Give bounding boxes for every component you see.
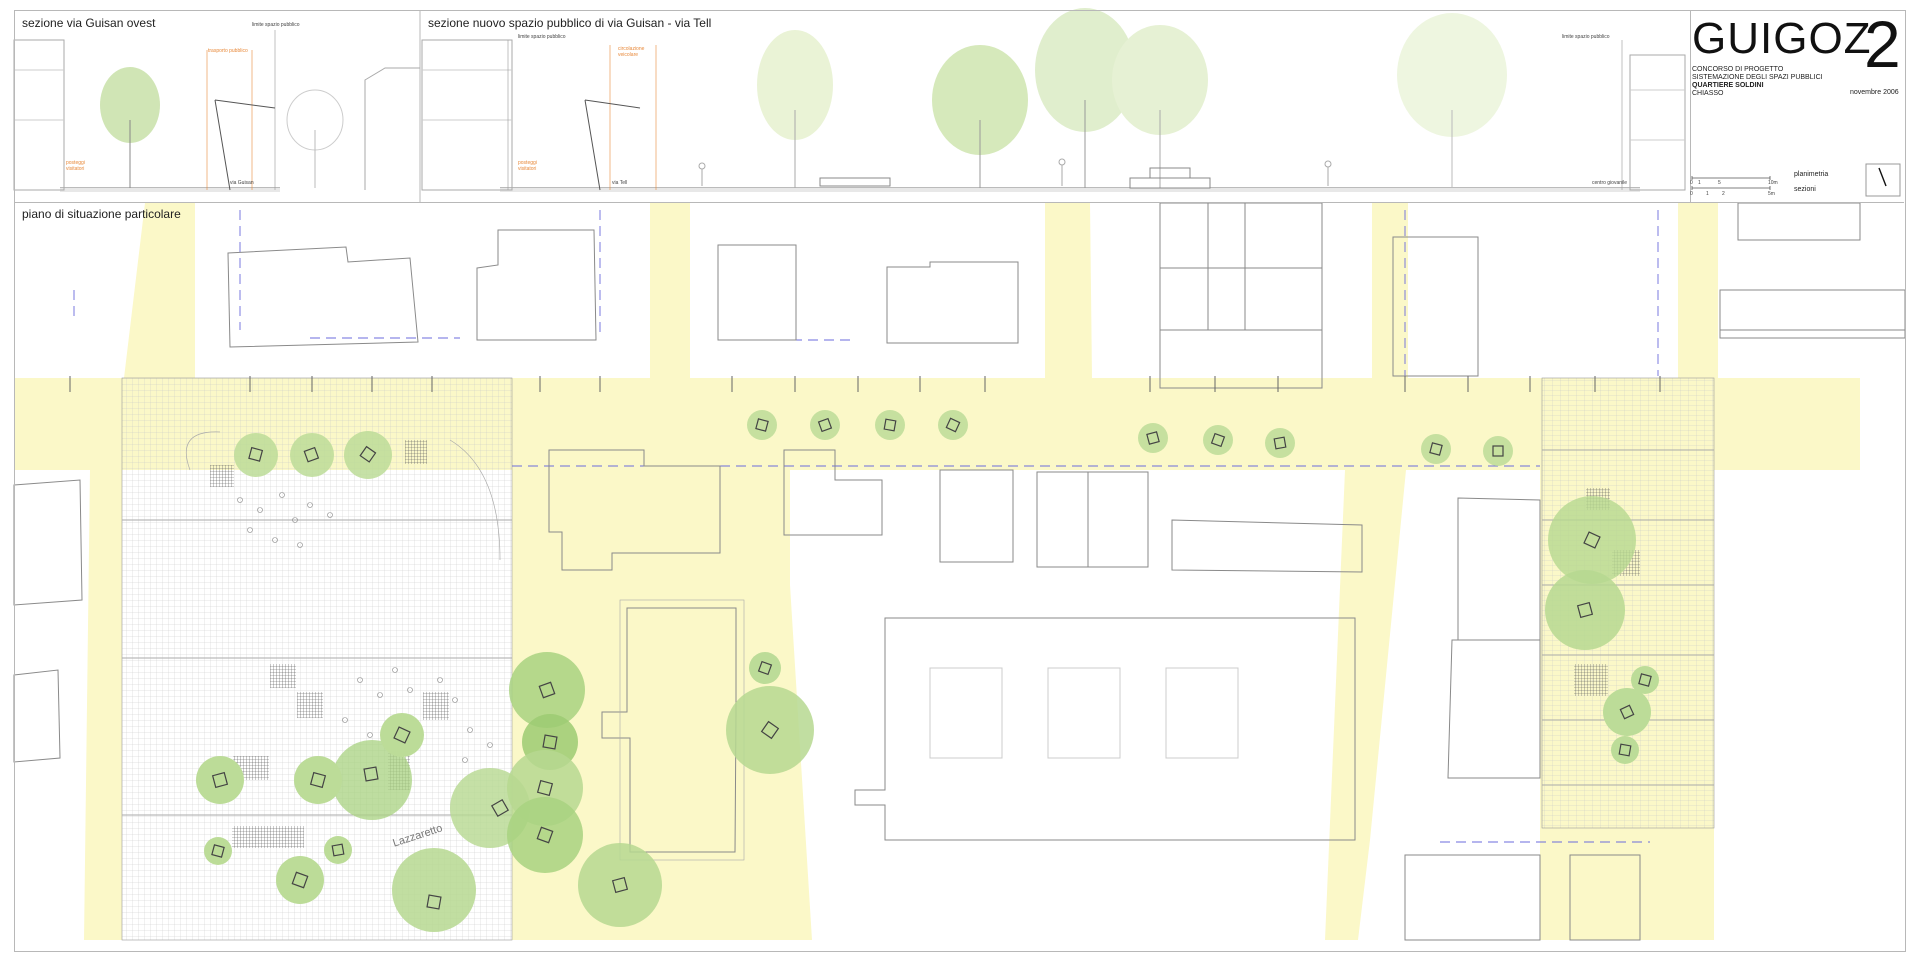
scale-tick: 1 (1706, 191, 1709, 197)
scale-plan-label: planimetria (1794, 171, 1829, 178)
parking-label: posteggi visitatori (66, 160, 85, 172)
scale-tick: 2 (1722, 191, 1725, 197)
circulation-label: circolazione veicolare (618, 46, 645, 58)
section-new-title: sezione nuovo spazio pubblico di via Gui… (428, 16, 712, 30)
street-label-guisan: via Guisan (230, 180, 254, 186)
scale-tick: 5 (1718, 180, 1721, 186)
limit-label: limite spazio pubblico (1562, 34, 1610, 40)
street-label-tell: via Tell (612, 180, 628, 186)
scale-tick: 5m (1768, 191, 1775, 197)
city-line: CHIASSO (1692, 90, 1724, 97)
plan-title: piano di situazione particolare (22, 207, 181, 221)
scale-section-label: sezioni (1794, 186, 1816, 193)
project-name: GUIGOZ (1692, 14, 1872, 63)
parking-label: posteggi visitatori (518, 160, 537, 172)
date-label: novembre 2006 (1850, 89, 1899, 96)
subject-line: SISTEMAZIONE DEGLI SPAZI PUBBLICI (1692, 74, 1823, 81)
scale-tick: 0 (1690, 191, 1693, 197)
transit-label: trasporto pubblico (208, 48, 248, 54)
district-line: QUARTIERE SOLDINI (1692, 82, 1764, 89)
youth-center-label: centro giovanile (1592, 180, 1628, 186)
section-west-title: sezione via Guisan ovest (22, 16, 156, 30)
limit-label: limite spazio pubblico (518, 34, 566, 40)
scale-tick: 10m (1768, 180, 1778, 186)
competition-line: CONCORSO DI PROGETTO (1692, 66, 1784, 73)
drawing-sheet (14, 10, 1906, 952)
scale-tick: 0 (1690, 180, 1693, 186)
scale-tick: 1 (1698, 180, 1701, 186)
limit-label: limite spazio pubblico (252, 22, 300, 28)
sheet-number: 2 (1864, 7, 1901, 81)
